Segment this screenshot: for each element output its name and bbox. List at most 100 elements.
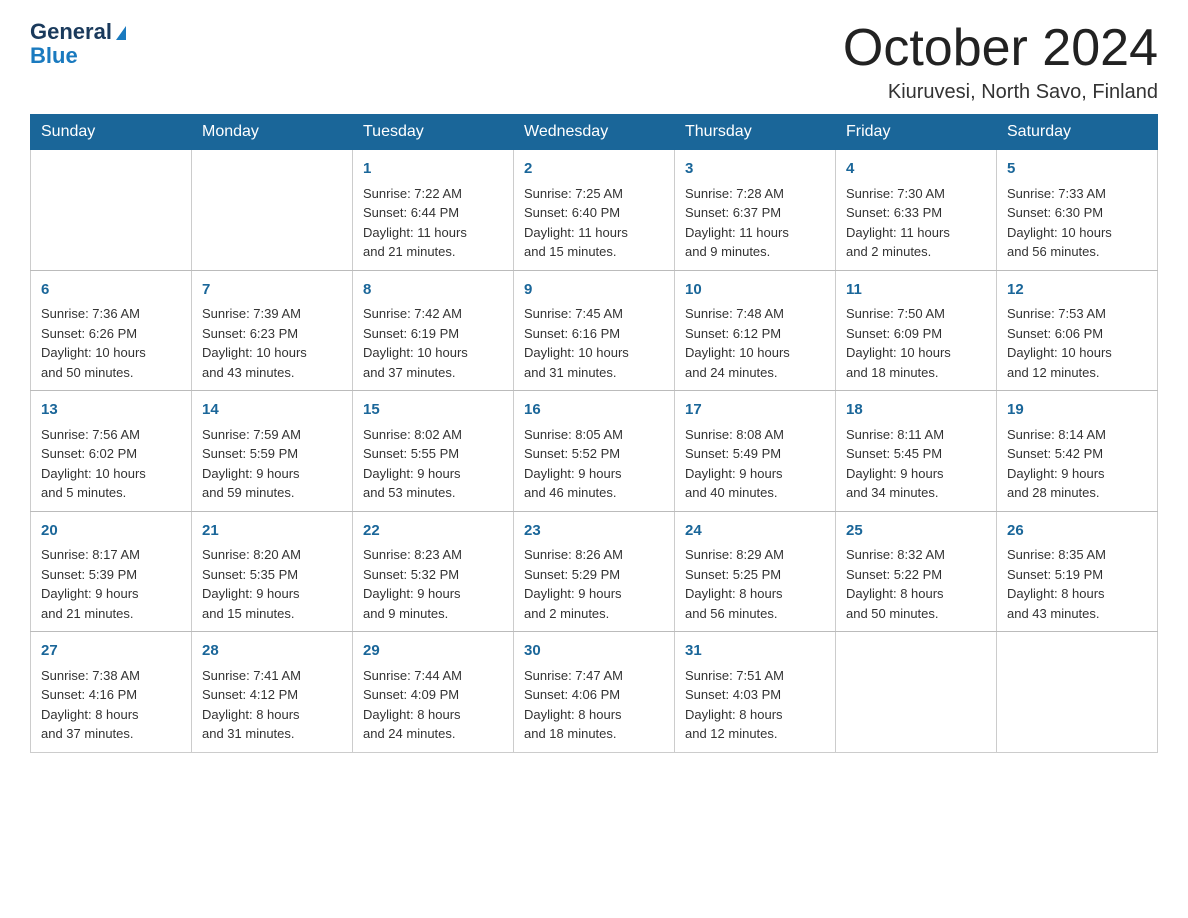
calendar-cell: 20Sunrise: 8:17 AM Sunset: 5:39 PM Dayli… <box>31 511 192 632</box>
day-number: 14 <box>202 399 342 422</box>
day-info: Sunrise: 7:38 AM Sunset: 4:16 PM Dayligh… <box>41 666 181 744</box>
day-number: 23 <box>524 520 664 543</box>
day-info: Sunrise: 8:32 AM Sunset: 5:22 PM Dayligh… <box>846 545 986 623</box>
day-info: Sunrise: 7:47 AM Sunset: 4:06 PM Dayligh… <box>524 666 664 744</box>
calendar-cell: 19Sunrise: 8:14 AM Sunset: 5:42 PM Dayli… <box>997 391 1158 512</box>
day-info: Sunrise: 8:08 AM Sunset: 5:49 PM Dayligh… <box>685 425 825 503</box>
day-info: Sunrise: 8:23 AM Sunset: 5:32 PM Dayligh… <box>363 545 503 623</box>
day-info: Sunrise: 7:42 AM Sunset: 6:19 PM Dayligh… <box>363 304 503 382</box>
day-info: Sunrise: 7:48 AM Sunset: 6:12 PM Dayligh… <box>685 304 825 382</box>
day-info: Sunrise: 8:02 AM Sunset: 5:55 PM Dayligh… <box>363 425 503 503</box>
day-info: Sunrise: 8:05 AM Sunset: 5:52 PM Dayligh… <box>524 425 664 503</box>
day-number: 25 <box>846 520 986 543</box>
calendar-cell: 9Sunrise: 7:45 AM Sunset: 6:16 PM Daylig… <box>514 270 675 391</box>
day-number: 6 <box>41 279 181 302</box>
calendar-cell: 11Sunrise: 7:50 AM Sunset: 6:09 PM Dayli… <box>836 270 997 391</box>
day-info: Sunrise: 8:26 AM Sunset: 5:29 PM Dayligh… <box>524 545 664 623</box>
day-info: Sunrise: 7:25 AM Sunset: 6:40 PM Dayligh… <box>524 184 664 262</box>
calendar-cell <box>31 150 192 271</box>
calendar-cell: 2Sunrise: 7:25 AM Sunset: 6:40 PM Daylig… <box>514 150 675 271</box>
calendar-cell: 6Sunrise: 7:36 AM Sunset: 6:26 PM Daylig… <box>31 270 192 391</box>
day-info: Sunrise: 7:39 AM Sunset: 6:23 PM Dayligh… <box>202 304 342 382</box>
calendar-week-row: 6Sunrise: 7:36 AM Sunset: 6:26 PM Daylig… <box>31 270 1158 391</box>
calendar-header-wednesday: Wednesday <box>514 115 675 150</box>
calendar-header-friday: Friday <box>836 115 997 150</box>
day-number: 3 <box>685 158 825 181</box>
day-number: 20 <box>41 520 181 543</box>
day-info: Sunrise: 7:36 AM Sunset: 6:26 PM Dayligh… <box>41 304 181 382</box>
day-info: Sunrise: 8:35 AM Sunset: 5:19 PM Dayligh… <box>1007 545 1147 623</box>
day-number: 30 <box>524 640 664 663</box>
day-info: Sunrise: 8:20 AM Sunset: 5:35 PM Dayligh… <box>202 545 342 623</box>
day-info: Sunrise: 7:44 AM Sunset: 4:09 PM Dayligh… <box>363 666 503 744</box>
day-number: 26 <box>1007 520 1147 543</box>
day-number: 9 <box>524 279 664 302</box>
day-info: Sunrise: 7:59 AM Sunset: 5:59 PM Dayligh… <box>202 425 342 503</box>
calendar-cell: 25Sunrise: 8:32 AM Sunset: 5:22 PM Dayli… <box>836 511 997 632</box>
calendar-cell: 24Sunrise: 8:29 AM Sunset: 5:25 PM Dayli… <box>675 511 836 632</box>
day-info: Sunrise: 7:33 AM Sunset: 6:30 PM Dayligh… <box>1007 184 1147 262</box>
calendar-week-row: 20Sunrise: 8:17 AM Sunset: 5:39 PM Dayli… <box>31 511 1158 632</box>
calendar-cell <box>192 150 353 271</box>
calendar-cell: 10Sunrise: 7:48 AM Sunset: 6:12 PM Dayli… <box>675 270 836 391</box>
day-number: 27 <box>41 640 181 663</box>
calendar-cell: 1Sunrise: 7:22 AM Sunset: 6:44 PM Daylig… <box>353 150 514 271</box>
calendar-week-row: 13Sunrise: 7:56 AM Sunset: 6:02 PM Dayli… <box>31 391 1158 512</box>
calendar-cell: 3 Sunrise: 7:28 AM Sunset: 6:37 PM Daylig… <box>675 150 836 271</box>
page-header: General Blue October 2024 Kiuruvesi, Nor… <box>30 20 1158 104</box>
day-number: 5 <box>1007 158 1147 181</box>
day-number: 17 <box>685 399 825 422</box>
calendar-cell: 30 Sunrise: 7:47 AM Sunset: 4:06 PM Dayli… <box>514 632 675 753</box>
day-number: 24 <box>685 520 825 543</box>
day-info: Sunrise: 7:30 AM Sunset: 6:33 PM Dayligh… <box>846 184 986 262</box>
day-number: 7 <box>202 279 342 302</box>
day-info: Sunrise: 8:29 AM Sunset: 5:25 PM Dayligh… <box>685 545 825 623</box>
day-number: 28 <box>202 640 342 663</box>
calendar-header-saturday: Saturday <box>997 115 1158 150</box>
location: Kiuruvesi, North Savo, Finland <box>843 81 1158 104</box>
calendar-cell: 21Sunrise: 8:20 AM Sunset: 5:35 PM Dayli… <box>192 511 353 632</box>
calendar-cell: 22Sunrise: 8:23 AM Sunset: 5:32 PM Dayli… <box>353 511 514 632</box>
calendar-cell: 5 Sunrise: 7:33 AM Sunset: 6:30 PM Daylig… <box>997 150 1158 271</box>
day-info: Sunrise: 7:22 AM Sunset: 6:44 PM Dayligh… <box>363 184 503 262</box>
calendar-header-sunday: Sunday <box>31 115 192 150</box>
calendar-week-row: 27 Sunrise: 7:38 AM Sunset: 4:16 PM Dayli… <box>31 632 1158 753</box>
logo: General Blue <box>30 20 126 68</box>
calendar-header-row: SundayMondayTuesdayWednesdayThursdayFrid… <box>31 115 1158 150</box>
day-number: 12 <box>1007 279 1147 302</box>
calendar-cell: 7Sunrise: 7:39 AM Sunset: 6:23 PM Daylig… <box>192 270 353 391</box>
day-info: Sunrise: 7:41 AM Sunset: 4:12 PM Dayligh… <box>202 666 342 744</box>
day-info: Sunrise: 7:28 AM Sunset: 6:37 PM Dayligh… <box>685 184 825 262</box>
calendar-header-thursday: Thursday <box>675 115 836 150</box>
calendar-cell: 29 Sunrise: 7:44 AM Sunset: 4:09 PM Dayli… <box>353 632 514 753</box>
calendar-cell: 26Sunrise: 8:35 AM Sunset: 5:19 PM Dayli… <box>997 511 1158 632</box>
calendar-week-row: 1Sunrise: 7:22 AM Sunset: 6:44 PM Daylig… <box>31 150 1158 271</box>
day-number: 21 <box>202 520 342 543</box>
logo-triangle-icon <box>116 26 126 40</box>
month-title: October 2024 <box>843 20 1158 77</box>
day-number: 13 <box>41 399 181 422</box>
day-number: 16 <box>524 399 664 422</box>
day-number: 19 <box>1007 399 1147 422</box>
day-info: Sunrise: 8:11 AM Sunset: 5:45 PM Dayligh… <box>846 425 986 503</box>
calendar-cell: 4 Sunrise: 7:30 AM Sunset: 6:33 PM Daylig… <box>836 150 997 271</box>
day-number: 15 <box>363 399 503 422</box>
day-number: 18 <box>846 399 986 422</box>
day-info: Sunrise: 7:51 AM Sunset: 4:03 PM Dayligh… <box>685 666 825 744</box>
day-number: 10 <box>685 279 825 302</box>
calendar-cell: 12Sunrise: 7:53 AM Sunset: 6:06 PM Dayli… <box>997 270 1158 391</box>
day-number: 31 <box>685 640 825 663</box>
day-info: Sunrise: 7:53 AM Sunset: 6:06 PM Dayligh… <box>1007 304 1147 382</box>
calendar-cell <box>997 632 1158 753</box>
calendar-cell: 13Sunrise: 7:56 AM Sunset: 6:02 PM Dayli… <box>31 391 192 512</box>
day-number: 4 <box>846 158 986 181</box>
calendar-header-monday: Monday <box>192 115 353 150</box>
day-info: Sunrise: 7:45 AM Sunset: 6:16 PM Dayligh… <box>524 304 664 382</box>
calendar-cell: 27 Sunrise: 7:38 AM Sunset: 4:16 PM Dayli… <box>31 632 192 753</box>
calendar-cell: 16 Sunrise: 8:05 AM Sunset: 5:52 PM Dayli… <box>514 391 675 512</box>
calendar-cell <box>836 632 997 753</box>
title-block: October 2024 Kiuruvesi, North Savo, Finl… <box>843 20 1158 104</box>
day-number: 11 <box>846 279 986 302</box>
calendar-table: SundayMondayTuesdayWednesdayThursdayFrid… <box>30 114 1158 753</box>
day-number: 29 <box>363 640 503 663</box>
